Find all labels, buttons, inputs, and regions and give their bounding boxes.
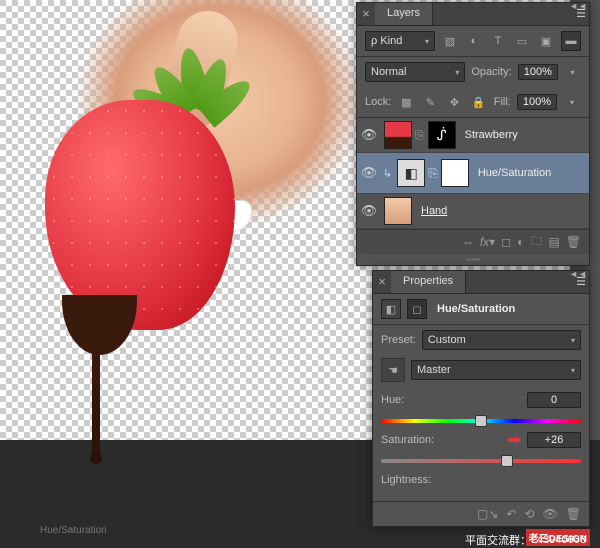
hue-label: Hue: bbox=[381, 394, 404, 406]
layer-thumb[interactable] bbox=[384, 121, 412, 149]
clip-indicator-icon: ↳ bbox=[383, 167, 392, 180]
saturation-label: Saturation: bbox=[381, 434, 434, 446]
add-adjustment-icon[interactable]: ◐ bbox=[517, 235, 524, 249]
status-bar: Hue/Saturation bbox=[40, 525, 107, 536]
visibility-icon[interactable]: 👁 bbox=[357, 165, 381, 181]
lock-position-icon[interactable]: ✥ bbox=[445, 93, 463, 111]
layers-panel: ◄◄ × Layers ☰ ρ Kind▾ ▧ ◐ T ▭ ▣ ▬ Normal… bbox=[356, 2, 590, 266]
hue-slider[interactable] bbox=[381, 419, 581, 423]
resize-grip[interactable]: ▪▪▪▪▪ bbox=[357, 254, 589, 265]
delete-layer-icon[interactable]: 🗑 bbox=[566, 235, 581, 249]
filter-adjust-icon[interactable]: ◐ bbox=[465, 32, 483, 50]
filter-smart-icon[interactable]: ▣ bbox=[537, 32, 555, 50]
layers-footer: ⇔ fx▾ ◻ ◐ 🗀 ▤ 🗑 bbox=[357, 229, 589, 254]
layer-row[interactable]: 👁 ⎘ ᔒ Strawberry bbox=[357, 118, 589, 153]
clip-to-layer-icon[interactable]: ▢↘ bbox=[477, 507, 498, 521]
layer-name[interactable]: Hue/Saturation bbox=[478, 167, 551, 179]
layer-row[interactable]: 👁 Hand bbox=[357, 194, 589, 229]
chocolate-drip bbox=[92, 340, 100, 460]
fill-input[interactable]: 100% bbox=[517, 94, 557, 110]
fill-label: Fill: bbox=[494, 96, 511, 108]
channel-select[interactable]: Master▾ bbox=[411, 360, 581, 380]
new-layer-icon[interactable]: ▤ bbox=[548, 235, 559, 249]
lock-all-icon[interactable]: 🔒 bbox=[469, 93, 487, 111]
opacity-flyout-icon[interactable]: ▾ bbox=[564, 63, 581, 81]
new-group-icon[interactable]: 🗀 bbox=[530, 232, 542, 253]
add-mask-icon[interactable]: ◻ bbox=[501, 235, 511, 249]
properties-tab[interactable]: Properties bbox=[391, 271, 466, 293]
layers-tab[interactable]: Layers bbox=[375, 3, 433, 25]
hue-input[interactable]: 0 bbox=[527, 392, 581, 408]
filter-pixel-icon[interactable]: ▧ bbox=[441, 32, 459, 50]
panel-tabbar: ◄◄ × Layers ☰ bbox=[357, 3, 589, 26]
properties-panel: ◄◄ × Properties ☰ ◧ ◻ Hue/Saturation Pre… bbox=[372, 270, 590, 527]
collapse-icon[interactable]: ◄◄ bbox=[569, 1, 587, 11]
lightness-label: Lightness: bbox=[381, 474, 431, 486]
adjustment-title: Hue/Saturation bbox=[437, 303, 515, 315]
lock-pixels-icon[interactable]: ✎ bbox=[421, 93, 439, 111]
targeted-adjust-icon[interactable]: ☚ bbox=[381, 358, 405, 382]
properties-footer: ▢↘ ↶ ⟲ 👁 🗑 bbox=[373, 501, 589, 526]
adjustment-thumb[interactable]: ◧ bbox=[397, 159, 425, 187]
reset-icon[interactable]: ⟲ bbox=[524, 507, 534, 521]
group-label: 平面交流群： bbox=[465, 532, 531, 548]
layer-row[interactable]: 👁 ↳ ◧ ⎘ Hue/Saturation bbox=[357, 153, 589, 194]
link-icon[interactable]: ⎘ bbox=[428, 166, 438, 181]
adjustment-icon[interactable]: ◧ bbox=[381, 299, 401, 319]
visibility-icon[interactable]: 👁 bbox=[357, 203, 381, 219]
blend-mode-select[interactable]: Normal▾ bbox=[365, 62, 465, 82]
highlight-arrow-icon: ➡ bbox=[508, 430, 521, 450]
opacity-label: Opacity: bbox=[471, 66, 511, 78]
panel-tabbar: ◄◄ × Properties ☰ bbox=[373, 271, 589, 294]
saturation-slider[interactable] bbox=[381, 459, 581, 463]
filter-toggle[interactable]: ▬ bbox=[561, 31, 581, 51]
layer-mask-thumb[interactable] bbox=[441, 159, 469, 187]
layer-name[interactable]: Strawberry bbox=[465, 129, 518, 141]
toggle-visibility-icon[interactable]: 👁 bbox=[543, 507, 558, 521]
close-panel-icon[interactable]: × bbox=[373, 271, 391, 293]
layer-thumb[interactable] bbox=[384, 197, 412, 225]
mask-icon[interactable]: ◻ bbox=[407, 299, 427, 319]
preset-select[interactable]: Custom▾ bbox=[422, 330, 581, 350]
preset-label: Preset: bbox=[381, 334, 416, 346]
link-layers-icon[interactable]: ⇔ bbox=[462, 235, 474, 249]
slider-knob[interactable] bbox=[475, 415, 487, 427]
lock-transparency-icon[interactable]: ▩ bbox=[397, 93, 415, 111]
group-id: 43940608 bbox=[537, 534, 586, 546]
visibility-icon[interactable]: 👁 bbox=[357, 127, 381, 143]
delete-adjustment-icon[interactable]: 🗑 bbox=[566, 507, 581, 521]
lock-label: Lock: bbox=[365, 96, 391, 108]
opacity-input[interactable]: 100% bbox=[518, 64, 558, 80]
layer-name[interactable]: Hand bbox=[421, 205, 447, 217]
view-previous-icon[interactable]: ↶ bbox=[506, 507, 516, 521]
close-panel-icon[interactable]: × bbox=[357, 3, 375, 25]
collapse-icon[interactable]: ◄◄ bbox=[569, 269, 587, 279]
saturation-input[interactable]: +26 bbox=[527, 432, 581, 448]
filter-type-icon[interactable]: T bbox=[489, 32, 507, 50]
link-icon[interactable]: ⎘ bbox=[415, 128, 425, 143]
fill-flyout-icon[interactable]: ▾ bbox=[563, 93, 581, 111]
filter-kind-select[interactable]: ρ Kind▾ bbox=[365, 31, 435, 51]
slider-knob[interactable] bbox=[501, 455, 513, 467]
fx-icon[interactable]: fx▾ bbox=[480, 235, 495, 249]
filter-shape-icon[interactable]: ▭ bbox=[513, 32, 531, 50]
layer-mask-thumb[interactable]: ᔒ bbox=[428, 121, 456, 149]
